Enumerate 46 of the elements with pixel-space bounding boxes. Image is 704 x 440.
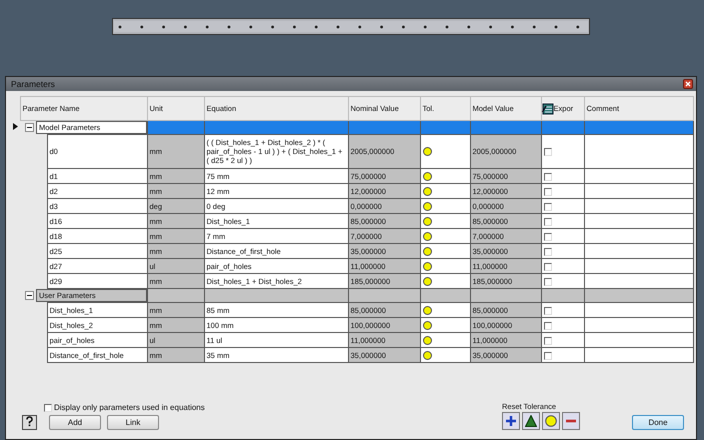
lower-tolerance-button[interactable] xyxy=(562,412,580,430)
export-checkbox[interactable] xyxy=(544,248,552,256)
close-icon xyxy=(685,81,691,87)
circle-icon xyxy=(545,415,557,427)
median-tolerance-button[interactable] xyxy=(522,412,540,430)
export-checkbox[interactable] xyxy=(544,306,552,314)
tolerance-dot[interactable] xyxy=(422,202,432,211)
tolerance-dot[interactable] xyxy=(422,320,432,330)
action-button[interactable]: Link xyxy=(107,415,159,430)
export-checkbox[interactable] xyxy=(544,232,552,240)
export-checkbox[interactable] xyxy=(544,336,552,344)
tolerance-dot[interactable] xyxy=(422,336,432,345)
action-button[interactable]: Add xyxy=(49,415,101,430)
export-checkbox[interactable] xyxy=(544,278,552,286)
table-icon xyxy=(542,102,554,114)
window-title: Parameters xyxy=(11,79,55,89)
tolerance-dot[interactable] xyxy=(422,216,432,226)
help-button[interactable] xyxy=(22,415,37,430)
export-checkbox[interactable] xyxy=(544,202,552,210)
export-checkbox[interactable] xyxy=(544,172,552,180)
collapse-icon[interactable] xyxy=(25,123,34,132)
tolerance-dot[interactable] xyxy=(422,246,432,256)
plus-icon xyxy=(505,415,517,427)
export-checkbox[interactable] xyxy=(544,262,552,270)
export-checkbox[interactable] xyxy=(544,148,552,156)
collapse-icon[interactable] xyxy=(25,291,34,300)
tolerance-dot[interactable] xyxy=(422,147,432,156)
tolerance-dot[interactable] xyxy=(422,350,432,360)
upper-tolerance-button[interactable] xyxy=(502,412,520,430)
export-checkbox[interactable] xyxy=(544,352,552,360)
export-checkbox[interactable] xyxy=(544,322,552,330)
filter-label: Display only parameters used in equations xyxy=(54,403,205,412)
close-button[interactable] xyxy=(683,79,693,89)
done-button[interactable]: Done xyxy=(632,415,684,430)
tolerance-dot[interactable] xyxy=(422,306,432,315)
tolerance-dot[interactable] xyxy=(422,262,432,271)
help-icon xyxy=(25,416,34,427)
export-checkbox[interactable] xyxy=(544,218,552,226)
export-checkbox[interactable] xyxy=(544,188,552,196)
nominal-tolerance-button[interactable] xyxy=(542,412,560,430)
tolerance-dot[interactable] xyxy=(422,172,432,181)
tolerance-dot[interactable] xyxy=(422,276,432,286)
triangle-icon xyxy=(525,415,537,427)
tolerance-dot[interactable] xyxy=(422,232,432,241)
tolerance-dot[interactable] xyxy=(422,186,432,196)
filter-checkbox[interactable] xyxy=(44,404,52,412)
